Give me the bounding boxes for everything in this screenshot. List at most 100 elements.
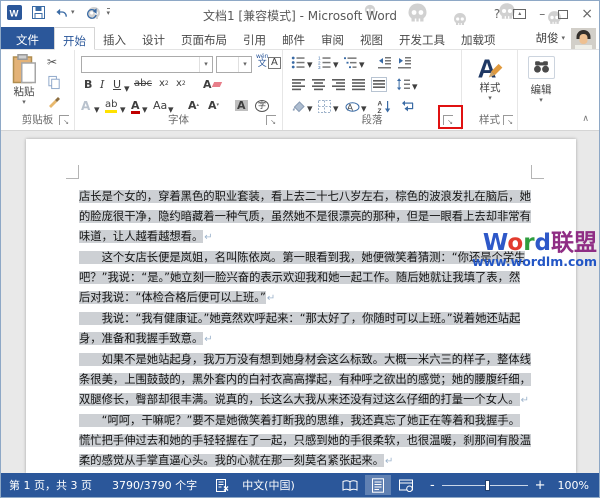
copy-button[interactable]: [47, 75, 62, 90]
page-number-indicator[interactable]: 第 1 页，共 3 页: [9, 477, 92, 493]
zoom-level[interactable]: 100%: [558, 479, 589, 492]
align-left-icon: [291, 77, 306, 92]
increase-indent-button[interactable]: [397, 55, 412, 70]
language-indicator[interactable]: 中文(中国): [242, 477, 295, 493]
change-case-button[interactable]: Aa: [153, 100, 167, 111]
word-count-indicator[interactable]: 3790/3790 个字: [112, 477, 197, 493]
subscript-button[interactable]: x2: [159, 79, 169, 89]
clipboard-dialog-launcher[interactable]: ↘: [59, 115, 69, 125]
word-window: ▾ ▾ 文档1 [兼容模式] - Microsoft Word ? ▴ – × …: [0, 0, 600, 498]
distribute-button[interactable]: [371, 77, 387, 92]
tab-addins[interactable]: 加载项: [453, 27, 504, 49]
save-button[interactable]: [31, 5, 46, 20]
paste-clipboard-icon: [12, 54, 36, 84]
quick-access-toolbar: ▾ ▾: [7, 5, 110, 20]
strikethrough-button[interactable]: abc: [134, 79, 152, 89]
editing-button-label: 编辑: [531, 82, 552, 97]
font-name-combo[interactable]: ▾: [81, 56, 213, 73]
help-button[interactable]: ?: [494, 7, 500, 21]
align-right-button[interactable]: [331, 77, 346, 92]
user-avatar[interactable]: [571, 28, 596, 49]
window-title: 文档1 [兼容模式] - Microsoft Word: [121, 7, 479, 24]
bold-button[interactable]: B: [84, 79, 92, 90]
find-binoculars-icon: [533, 59, 550, 73]
editing-button[interactable]: 编辑 ▾: [523, 56, 559, 104]
character-shading-button[interactable]: A: [235, 100, 248, 111]
redo-button[interactable]: [84, 6, 98, 19]
multilevel-dropdown[interactable]: ▾: [359, 59, 365, 70]
tab-references[interactable]: 引用: [235, 27, 274, 49]
read-mode-button[interactable]: [337, 475, 363, 495]
tab-design[interactable]: 设计: [134, 27, 173, 49]
minimize-button[interactable]: –: [539, 7, 545, 21]
chevron-down-icon: ▾: [488, 95, 492, 102]
customize-qat-button[interactable]: ▾: [107, 8, 111, 17]
maximize-button[interactable]: [558, 10, 568, 19]
chevron-down-icon: ▾: [539, 97, 543, 104]
ribbon-tab-bar: 文件 开始 插入 设计 页面布局 引用 邮件 审阅 视图 开发工具 加载项 胡俊…: [1, 27, 599, 50]
show-hide-marks-button[interactable]: [401, 99, 415, 113]
close-button[interactable]: ×: [581, 6, 593, 22]
tab-home[interactable]: 开始: [54, 27, 95, 50]
zoom-slider-thumb[interactable]: [485, 480, 490, 491]
text-effects-button[interactable]: A: [81, 100, 90, 112]
font-group-label: 字体: [75, 112, 282, 127]
tab-page-layout[interactable]: 页面布局: [173, 27, 235, 49]
tab-developer[interactable]: 开发工具: [391, 27, 453, 49]
collapse-ribbon-button[interactable]: ∧: [582, 114, 589, 124]
italic-button[interactable]: I: [100, 79, 104, 90]
line-spacing-button[interactable]: [396, 77, 411, 92]
tab-insert[interactable]: 插入: [95, 27, 134, 49]
decrease-indent-button[interactable]: [377, 55, 392, 70]
font-size-combo[interactable]: ▾: [216, 56, 252, 73]
group-clipboard: 粘贴 ▾ ✂ 剪贴板 ↘: [1, 50, 75, 130]
enclose-characters-button[interactable]: 字: [255, 100, 269, 112]
decrease-indent-icon: [377, 55, 392, 70]
numbering-button[interactable]: [317, 55, 332, 70]
print-layout-button[interactable]: [365, 475, 391, 495]
phonetic-guide-button[interactable]: wén文: [256, 54, 268, 69]
tab-mailings[interactable]: 邮件: [274, 27, 313, 49]
watermark-site-url: www.wordlm.com: [472, 255, 597, 268]
bullets-dropdown[interactable]: ▾: [307, 59, 313, 70]
shrink-font-button[interactable]: A▾: [208, 100, 219, 111]
grow-font-button[interactable]: A▴: [188, 100, 199, 111]
tab-file[interactable]: 文件: [1, 27, 54, 49]
styles-button[interactable]: 样式 ▾: [469, 54, 511, 102]
superscript-button[interactable]: x2: [176, 79, 186, 89]
proofing-error-icon: [215, 478, 230, 493]
paragraph-mark-icon: ↵: [267, 293, 275, 304]
paragraph: 这个女店长便是岚姐，名叫陈依岚。第一眼看到我，她便微笑着猜测：“你还是个学生吧？…: [79, 248, 531, 309]
document-area: 店长是个女的，穿着黑色的职业套装，看上去二十七八岁左右，棕色的波浪发扎在脑后，她…: [1, 131, 599, 473]
zoom-slider[interactable]: [442, 485, 528, 486]
zoom-in-button[interactable]: +: [535, 479, 546, 492]
format-painter-button[interactable]: [47, 94, 62, 109]
multilevel-list-button[interactable]: [343, 55, 358, 70]
underline-button[interactable]: U: [113, 79, 121, 90]
document-text[interactable]: 店长是个女的，穿着黑色的职业套装，看上去二十七八岁左右，棕色的波浪发扎在脑后，她…: [79, 187, 531, 472]
bullets-button[interactable]: [291, 55, 306, 70]
styles-dialog-launcher[interactable]: ↘: [503, 115, 513, 125]
user-account-menu[interactable]: 胡俊▾: [531, 27, 569, 49]
paste-button[interactable]: 粘贴 ▾: [6, 54, 42, 106]
line-spacing-dropdown[interactable]: ▾: [412, 81, 418, 92]
tab-view[interactable]: 视图: [352, 27, 391, 49]
undo-button[interactable]: ▾: [55, 6, 75, 19]
numbering-icon: [317, 55, 332, 70]
align-center-button[interactable]: [311, 77, 326, 92]
proofing-status-button[interactable]: [215, 478, 230, 493]
web-layout-button[interactable]: [393, 475, 419, 495]
underline-dropdown[interactable]: ▾: [124, 83, 130, 94]
window-controls: ? ▴ – ×: [494, 6, 593, 22]
font-dialog-launcher[interactable]: ↘: [266, 115, 276, 125]
tab-review[interactable]: 审阅: [313, 27, 352, 49]
zoom-out-button[interactable]: -: [430, 479, 435, 492]
justify-button[interactable]: [351, 77, 366, 92]
document-page[interactable]: 店长是个女的，穿着黑色的职业套装，看上去二十七八岁左右，棕色的波浪发扎在脑后，她…: [26, 139, 576, 473]
align-left-button[interactable]: [291, 77, 306, 92]
ribbon-display-options-button[interactable]: ▴: [513, 9, 526, 19]
numbering-dropdown[interactable]: ▾: [333, 59, 339, 70]
cut-button[interactable]: ✂: [47, 56, 57, 68]
clear-formatting-button[interactable]: A: [203, 79, 221, 90]
character-border-button[interactable]: A: [268, 57, 281, 69]
